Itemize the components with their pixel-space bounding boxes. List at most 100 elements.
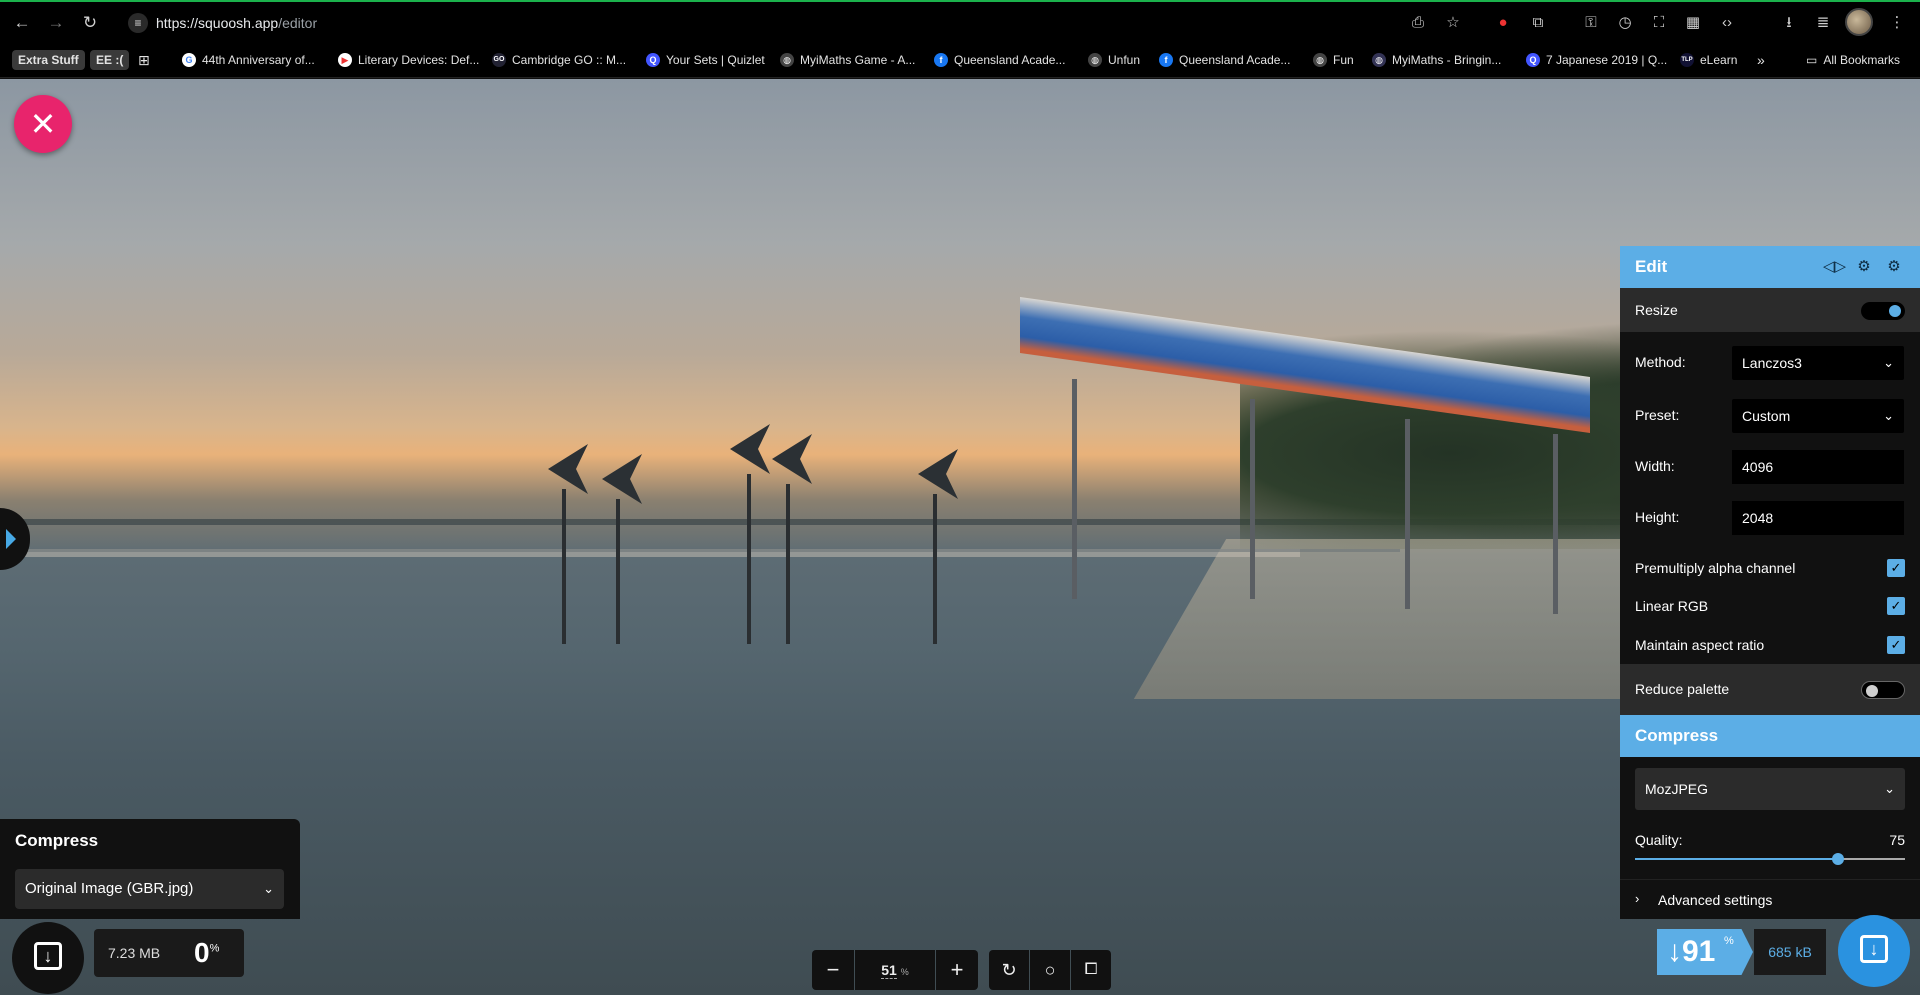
devtools-code-icon[interactable]: ‹›	[1714, 11, 1740, 35]
menu-kebab-icon[interactable]: ⋮	[1884, 11, 1910, 35]
globe-icon: ◍	[780, 53, 794, 67]
reduce-palette-toggle[interactable]	[1861, 681, 1905, 699]
facebook-icon: f	[934, 53, 948, 67]
back-icon[interactable]: ←	[10, 11, 34, 35]
method-row: Method: Lanczos3 ⌄	[1620, 340, 1920, 384]
linear-rgb-row: Linear RGB ✓	[1620, 587, 1920, 625]
preset-select[interactable]: Custom ⌄	[1732, 399, 1904, 433]
profile-avatar[interactable]	[1845, 8, 1873, 36]
folder-icon: ▭	[1806, 53, 1818, 67]
close-button[interactable]: ✕	[14, 95, 72, 153]
quizlet-icon: Q	[646, 53, 660, 67]
side-by-side-icon[interactable]: ⧠	[1071, 950, 1111, 990]
bookmark-google[interactable]: G 44th Anniversary of...	[182, 50, 315, 70]
chevron-right-icon: ›	[1635, 891, 1640, 906]
height-input[interactable]	[1732, 501, 1904, 535]
globe-icon: ◍	[1313, 53, 1327, 67]
translate-icon[interactable]: ⛶	[1646, 11, 1672, 35]
install-app-icon[interactable]: ⎙	[1405, 11, 1431, 35]
edit-header: Edit ◁▷ ⚙ ⚙	[1620, 246, 1920, 288]
bookmark-quizlet[interactable]: Q Your Sets | Quizlet	[646, 50, 765, 70]
bookmark-queensland-1[interactable]: f Queensland Acade...	[934, 50, 1065, 70]
download-icon: ↓	[1860, 935, 1888, 963]
left-source-select[interactable]: Original Image (GBR.jpg) ⌄	[15, 869, 284, 909]
bookmark-queensland-2[interactable]: f Queensland Acade...	[1159, 50, 1290, 70]
bookmark-japanese[interactable]: Q7 Japanese 2019 | Q...	[1526, 50, 1667, 70]
compress-title: Compress	[1635, 726, 1719, 745]
quality-slider[interactable]	[1635, 853, 1905, 865]
zoom-out-button[interactable]: −	[812, 950, 854, 990]
aspect-ratio-checkbox[interactable]: ✓	[1887, 636, 1905, 654]
site-info-icon[interactable]: ≡	[128, 13, 148, 33]
chevron-down-icon: ⌄	[1883, 355, 1894, 370]
google-icon: G	[182, 53, 196, 67]
height-row: Height:	[1620, 495, 1920, 539]
quality-slider-thumb[interactable]	[1831, 853, 1844, 865]
history-icon[interactable]: ◷	[1612, 11, 1638, 35]
bookmark-star-icon[interactable]: ☆	[1440, 11, 1466, 35]
forward-icon[interactable]: →	[44, 11, 68, 35]
reload-icon[interactable]: ↻	[78, 11, 102, 35]
globe-icon: ◍	[1372, 53, 1386, 67]
quality-row: Quality: 75	[1620, 820, 1920, 870]
browser-toolbar: ← → ↻ ≡ https://squoosh.app/editor ⎙ ☆ ●…	[0, 0, 1920, 42]
all-bookmarks[interactable]: ▭ All Bookmarks	[1806, 50, 1900, 70]
download-original-button[interactable]: ↓	[12, 922, 84, 994]
preset-row: Preset: Custom ⌄	[1620, 393, 1920, 437]
advanced-settings-toggle[interactable]: › Advanced settings	[1620, 879, 1920, 919]
download-compressed-button[interactable]: ↓	[1838, 915, 1910, 987]
bookmark-unfun[interactable]: ◍ Unfun	[1088, 50, 1140, 70]
premultiply-row: Premultiply alpha channel ✓	[1620, 549, 1920, 587]
background-toggle-icon[interactable]: ○	[1030, 950, 1070, 990]
method-select[interactable]: Lanczos3 ⌄	[1732, 346, 1904, 380]
url-text[interactable]: https://squoosh.app/editor	[156, 15, 317, 31]
resize-row: Resize	[1620, 288, 1920, 332]
quality-value[interactable]: 75	[1889, 832, 1905, 848]
premultiply-checkbox[interactable]: ✓	[1887, 559, 1905, 577]
import-settings-icon[interactable]: ⚙	[1883, 256, 1905, 278]
bookmark-cambridge[interactable]: GO Cambridge GO :: M...	[492, 50, 626, 70]
apps-grid-icon[interactable]: ⊞	[138, 50, 150, 70]
right-settings-panel: Edit ◁▷ ⚙ ⚙ Resize Method: Lanczos3 ⌄ Pre…	[1620, 246, 1920, 919]
bookmark-myimaths-game[interactable]: ◍ MyiMaths Game - A...	[780, 50, 915, 70]
bookmark-myimaths[interactable]: ◍ MyiMaths - Bringin...	[1372, 50, 1501, 70]
resize-toggle[interactable]	[1861, 302, 1905, 320]
bookmark-extra-stuff[interactable]: Extra Stuff	[12, 50, 85, 70]
width-input[interactable]	[1732, 450, 1904, 484]
extension-icon[interactable]: ●	[1490, 11, 1516, 35]
facebook-icon: f	[1159, 53, 1173, 67]
go-icon: GO	[492, 53, 506, 67]
address-bar[interactable]: ≡ https://squoosh.app/editor	[124, 8, 1464, 38]
bookmark-ee[interactable]: EE :(	[90, 50, 130, 70]
left-compress-panel: Compress Original Image (GBR.jpg) ⌄	[0, 819, 300, 919]
extensions-puzzle-icon[interactable]: ⧉	[1525, 11, 1551, 35]
save-settings-icon[interactable]: ⚙	[1853, 256, 1875, 278]
edit-title: Edit	[1635, 257, 1668, 276]
grid-icon[interactable]: ▦	[1680, 11, 1706, 35]
size-reduction-badge: ↓91 %	[1657, 929, 1753, 975]
bookmark-elearn[interactable]: TLP eLearn	[1680, 50, 1737, 70]
original-size-box: 7.23 MB 0%	[94, 929, 244, 977]
linear-rgb-checkbox[interactable]: ✓	[1887, 597, 1905, 615]
more-bookmarks-button[interactable]: »	[1757, 50, 1765, 70]
chevron-down-icon: ⌄	[1884, 781, 1895, 796]
globe-icon: ◍	[1088, 53, 1102, 67]
password-key-icon[interactable]: ⚿	[1578, 11, 1604, 35]
reduce-palette-row: Reduce palette	[1620, 664, 1920, 715]
bookmark-literary[interactable]: ▶ Literary Devices: Def...	[338, 50, 479, 70]
quizlet-icon: Q	[1526, 53, 1540, 67]
close-icon: ✕	[29, 106, 57, 142]
aspect-ratio-row: Maintain aspect ratio ✓	[1620, 626, 1920, 664]
original-file-size: 7.23 MB	[108, 945, 161, 961]
codec-select[interactable]: MozJPEG ⌄	[1635, 768, 1905, 810]
bookmark-fun[interactable]: ◍ Fun	[1313, 50, 1354, 70]
chevron-down-icon: ⌄	[263, 881, 274, 896]
zoom-value[interactable]: 51%	[855, 950, 935, 990]
zoom-in-button[interactable]: +	[936, 950, 978, 990]
copy-settings-icon[interactable]: ◁▷	[1823, 256, 1846, 278]
width-row: Width:	[1620, 444, 1920, 488]
reading-list-icon[interactable]: ≣	[1810, 11, 1836, 35]
download-icon[interactable]: ⭳	[1776, 11, 1802, 35]
tlp-icon: TLP	[1680, 53, 1694, 67]
rotate-icon[interactable]: ↻	[989, 950, 1029, 990]
